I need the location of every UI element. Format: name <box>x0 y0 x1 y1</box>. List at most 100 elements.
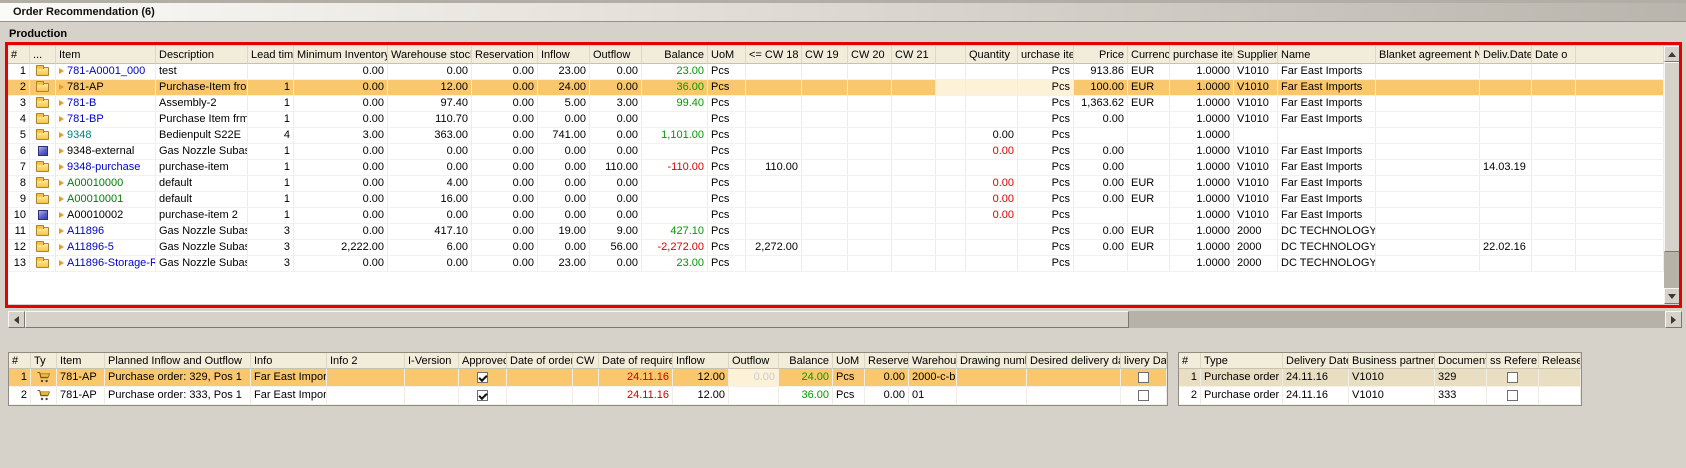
table-row[interactable]: 2781-APPurchase-Item fro10.0012.000.0024… <box>8 80 1664 96</box>
column-header-resv[interactable]: Reservation <box>472 46 538 64</box>
column-header-outflow[interactable]: Outflow <box>590 46 642 64</box>
table-row[interactable]: 79348-purchasepurchase-item10.000.000.00… <box>8 160 1664 176</box>
column-header-info2[interactable]: Info 2 <box>327 353 405 369</box>
table-row[interactable]: 11A11896Gas Nozzle Subass30.00417.100.00… <box>8 224 1664 240</box>
column-header-icon[interactable]: ... <box>30 46 56 64</box>
item-link[interactable]: 781-A0001_000 <box>67 65 145 77</box>
column-header-release[interactable]: Release <box>1539 353 1581 369</box>
column-header-icon[interactable]: Ty <box>31 353 57 369</box>
cell-qty[interactable] <box>966 224 1018 240</box>
column-header-num[interactable]: # <box>9 353 31 369</box>
column-header-document[interactable]: Document <box>1435 353 1487 369</box>
table-row[interactable]: 1781-APPurchase order: 329, Pos 1Far Eas… <box>9 369 1167 387</box>
column-header-item[interactable]: Item <box>56 46 156 64</box>
reference-checkbox[interactable] <box>1507 372 1518 383</box>
column-header-p_unit[interactable]: purchase item Unit <box>1170 46 1234 64</box>
column-header-balance[interactable]: Balance <box>779 353 833 369</box>
cell-qty[interactable] <box>966 160 1018 176</box>
cell-qty[interactable]: 0.00 <box>966 192 1018 208</box>
table-row[interactable]: 9A00010001default10.0016.000.000.000.00P… <box>8 192 1664 208</box>
horizontal-scrollbar-track[interactable] <box>1129 311 1665 328</box>
column-header-type[interactable]: Type <box>1201 353 1283 369</box>
window-titlebar[interactable]: Order Recommendation (6) <box>0 3 1686 22</box>
table-row[interactable]: 1Purchase order24.11.16V1010329 <box>1179 369 1581 387</box>
column-header-iversion[interactable]: I-Version <box>405 353 459 369</box>
table-row[interactable]: 1781-A0001_000test0.000.000.0023.000.002… <box>8 64 1664 80</box>
vertical-scrollbar[interactable] <box>1664 46 1680 304</box>
column-header-cw19[interactable]: CW 19 <box>802 46 848 64</box>
item-link[interactable]: A00010001 <box>67 193 123 205</box>
column-header-ref[interactable]: ss Refere <box>1487 353 1539 369</box>
scroll-up-button[interactable] <box>1664 46 1680 62</box>
column-header-inflow[interactable]: Inflow <box>673 353 729 369</box>
item-link[interactable]: 9348-external <box>67 145 134 157</box>
delivery-date-confirmed-checkbox[interactable] <box>1138 390 1149 401</box>
cell-qty[interactable] <box>966 240 1018 256</box>
column-header-partner[interactable]: Business partner <box>1349 353 1435 369</box>
column-header-desired[interactable]: Desired delivery date <box>1027 353 1121 369</box>
item-link[interactable]: 781-AP <box>67 81 104 93</box>
cell-qty[interactable] <box>966 112 1018 128</box>
column-header-supplier[interactable]: Supplier <box>1234 46 1278 64</box>
column-header-drawing[interactable]: Drawing number <box>957 353 1027 369</box>
column-header-approved[interactable]: Approved <box>459 353 507 369</box>
item-link[interactable]: A11896-5 <box>67 241 114 253</box>
table-row[interactable]: 10A00010002purchase-item 210.000.000.000… <box>8 208 1664 224</box>
delivery-date-confirmed-checkbox[interactable] <box>1138 372 1149 383</box>
item-link[interactable]: 781-B <box>67 97 96 109</box>
cell-qty[interactable] <box>966 256 1018 272</box>
column-header-warehouse[interactable]: Warehouse <box>909 353 957 369</box>
column-header-cw[interactable]: CW <box>573 353 599 369</box>
cell-qty[interactable]: 0.00 <box>966 176 1018 192</box>
item-link[interactable]: A00010000 <box>67 177 123 189</box>
column-header-cw21[interactable]: CW 21 <box>892 46 936 64</box>
column-header-cw20[interactable]: CW 20 <box>848 46 892 64</box>
column-header-price[interactable]: Price <box>1074 46 1128 64</box>
item-link[interactable]: A11896-Storage-Rela <box>67 257 156 269</box>
table-row[interactable]: 59348Bedienpult S22E43.00363.000.00741.0… <box>8 128 1664 144</box>
cell-qty[interactable]: 0.00 <box>966 128 1018 144</box>
table-row[interactable]: 8A00010000default10.004.000.000.000.00Pc… <box>8 176 1664 192</box>
column-header-deliv[interactable]: Deliv.Date <box>1480 46 1532 64</box>
vertical-scrollbar-track[interactable] <box>1664 252 1680 288</box>
reference-checkbox[interactable] <box>1507 390 1518 401</box>
column-header-desc[interactable]: Description <box>156 46 248 64</box>
column-header-currency[interactable]: Currency <box>1128 46 1170 64</box>
scroll-down-button[interactable] <box>1664 288 1680 304</box>
column-header-qty[interactable]: Quantity <box>966 46 1018 64</box>
table-row[interactable]: 4781-BPPurchase Item frm10.00110.700.000… <box>8 112 1664 128</box>
cell-qty[interactable] <box>966 80 1018 96</box>
column-header-num[interactable]: # <box>8 46 30 64</box>
cell-qty[interactable]: 0.00 <box>966 144 1018 160</box>
cell-qty[interactable] <box>966 96 1018 112</box>
column-header-uom[interactable]: UoM <box>833 353 865 369</box>
table-row[interactable]: 2Purchase order24.11.16V1010333 <box>1179 387 1581 405</box>
column-header-wh[interactable]: Warehouse stock <box>388 46 472 64</box>
column-header-reserved[interactable]: Reserved <box>865 353 909 369</box>
column-header-outflow[interactable]: Outflow <box>729 353 779 369</box>
column-header-date_order[interactable]: Date of order <box>507 353 573 369</box>
column-header-confirmed[interactable]: livery Date C <box>1121 353 1167 369</box>
table-row[interactable]: 2781-APPurchase order: 333, Pos 1Far Eas… <box>9 387 1167 405</box>
table-row[interactable]: 13A11896-Storage-RelaGas Nozzle Subass30… <box>8 256 1664 272</box>
scroll-left-button[interactable] <box>8 311 25 328</box>
column-header-balance[interactable]: Balance <box>642 46 708 64</box>
item-link[interactable]: A11896 <box>67 225 104 237</box>
cell-qty[interactable]: 0.00 <box>966 208 1018 224</box>
table-row[interactable]: 12A11896-5Gas Nozzle Subass32,222.006.00… <box>8 240 1664 256</box>
approved-checkbox[interactable] <box>477 390 488 401</box>
item-link[interactable]: 781-BP <box>67 113 104 125</box>
item-link[interactable]: 9348-purchase <box>67 161 140 173</box>
scroll-right-button[interactable] <box>1665 311 1682 328</box>
column-header-gap[interactable] <box>936 46 966 64</box>
column-header-info[interactable]: Info <box>251 353 327 369</box>
column-header-item[interactable]: Item <box>57 353 105 369</box>
column-header-num[interactable]: # <box>1179 353 1201 369</box>
column-header-blanket[interactable]: Blanket agreement Numbe <box>1376 46 1480 64</box>
horizontal-scrollbar[interactable] <box>8 311 1682 328</box>
column-header-uom[interactable]: UoM <box>708 46 746 64</box>
horizontal-scrollbar-thumb[interactable] <box>25 311 1129 328</box>
column-header-cw18[interactable]: <= CW 18 <box>746 46 802 64</box>
table-row[interactable]: 3781-BAssembly-210.0097.400.005.003.0099… <box>8 96 1664 112</box>
column-header-inflow[interactable]: Inflow <box>538 46 590 64</box>
